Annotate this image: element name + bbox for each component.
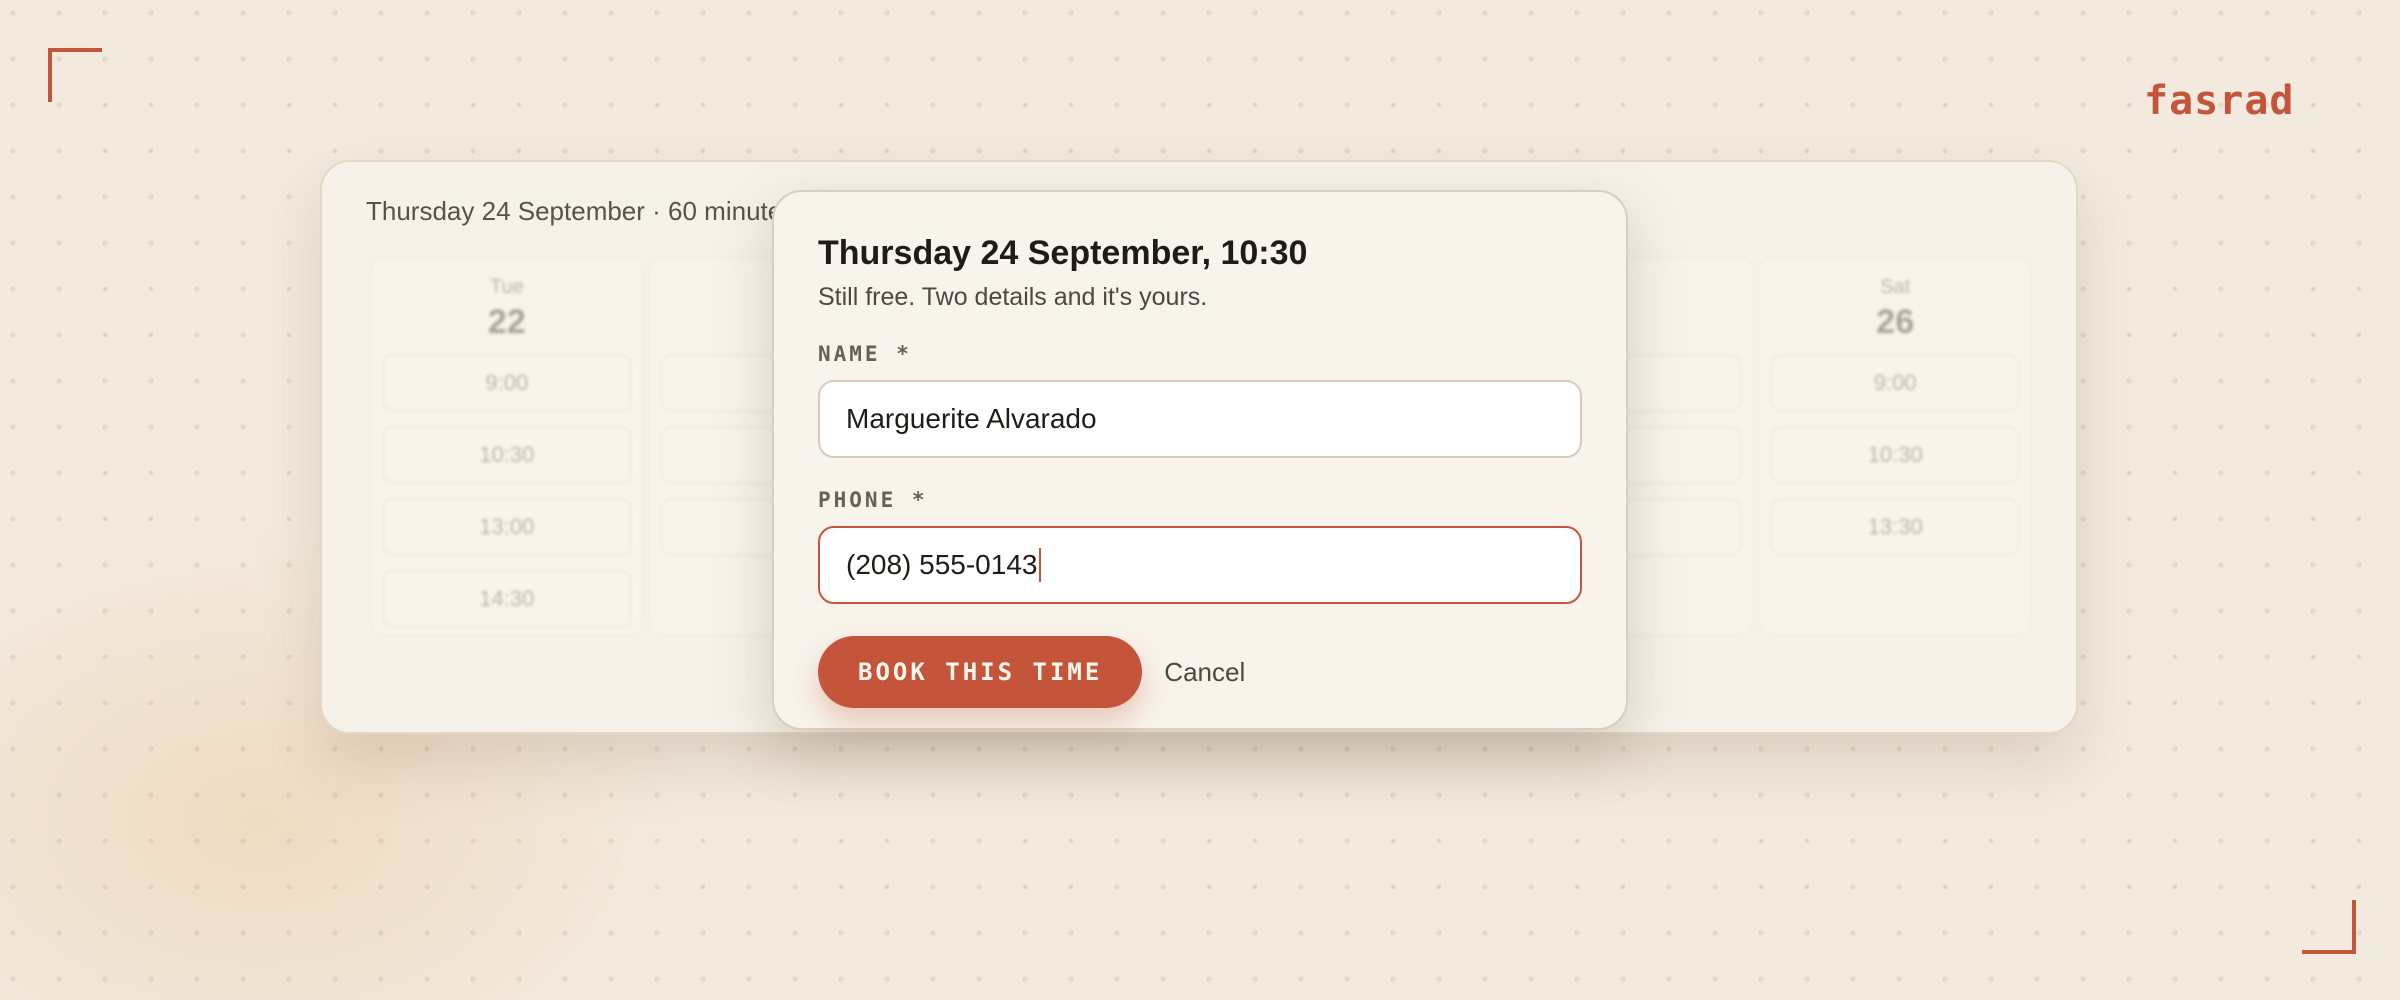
day-number: 22 <box>487 303 526 341</box>
time-slot[interactable]: 14:30 <box>382 570 632 628</box>
time-slot[interactable]: 10:30 <box>382 426 632 484</box>
cancel-link[interactable]: Cancel <box>1164 657 1245 688</box>
dialog-actions: BOOK THIS TIME Cancel <box>818 636 1582 708</box>
text-caret <box>1039 547 1042 582</box>
day-of-week: Tue <box>489 276 524 298</box>
name-label: NAME * <box>818 342 912 366</box>
day-header: Sat 26 <box>1770 258 2020 354</box>
corner-mark-top-left <box>48 48 102 102</box>
dialog-subtitle: Still free. Two details and it's yours. <box>818 283 1208 311</box>
time-slot[interactable]: 9:00 <box>1770 354 2021 412</box>
name-field[interactable]: Marguerite Alvarado <box>818 380 1582 458</box>
time-slot[interactable]: 13:00 <box>382 498 632 556</box>
day-column: Sat 26 9:00 10:30 13:30 <box>1758 256 2033 636</box>
phone-label: PHONE * <box>818 488 928 512</box>
booking-dialog: Thursday 24 September, 10:30 Still free.… <box>772 190 1628 730</box>
name-value: Marguerite Alvarado <box>846 403 1097 434</box>
dialog-title: Thursday 24 September, 10:30 <box>818 234 1308 272</box>
scheduler-subtitle: Thursday 24 September · 60 minute <box>366 196 783 226</box>
time-slot[interactable]: 10:30 <box>1770 426 2021 484</box>
phone-field[interactable]: (208) 555-0143 <box>818 526 1582 604</box>
book-button[interactable]: BOOK THIS TIME <box>818 636 1143 708</box>
time-slot[interactable]: 9:00 <box>382 354 632 412</box>
day-of-week: Sat <box>1880 276 1911 298</box>
day-column: Tue 22 9:00 10:30 13:00 14:30 <box>370 256 644 636</box>
day-header: Tue 22 <box>382 258 632 354</box>
corner-mark-bottom-right <box>2302 900 2356 954</box>
phone-value: (208) 555-0143 <box>846 549 1038 580</box>
brand-logo: fasrad <box>2144 78 2295 124</box>
time-slot[interactable]: 13:30 <box>1770 498 2021 556</box>
day-number: 26 <box>1876 303 1915 341</box>
